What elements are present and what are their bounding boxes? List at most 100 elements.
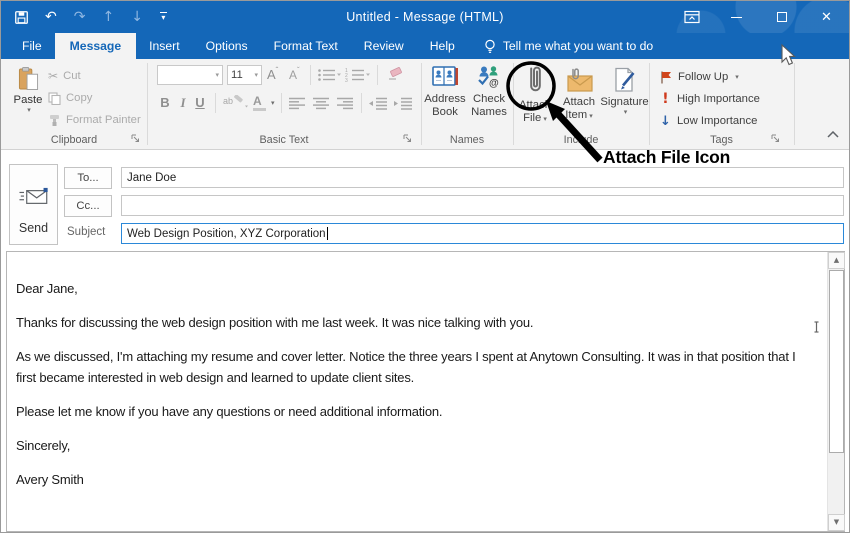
increase-indent-icon [394, 97, 412, 110]
flag-icon [661, 71, 671, 84]
basic-text-group-label: Basic Text [259, 134, 309, 146]
signature-button[interactable]: Signature ▾ [600, 67, 649, 116]
close-button[interactable]: ✕ [804, 1, 849, 33]
message-body-area[interactable]: Dear Jane, Thanks for discussing the web… [6, 251, 845, 532]
names-group-label: Names [449, 134, 485, 146]
align-right-icon [337, 97, 353, 110]
body-paragraph: Dear Jane, [16, 281, 78, 296]
collapse-ribbon-button[interactable] [827, 129, 839, 141]
bullets-icon [318, 69, 341, 81]
increase-indent-button [393, 97, 413, 113]
low-importance-icon: ↓ [660, 113, 671, 129]
group-separator [794, 63, 795, 145]
address-book-button[interactable]: Address Book [423, 65, 467, 119]
tab-insert[interactable]: Insert [136, 33, 192, 59]
svg-text:@: @ [489, 78, 499, 88]
ribbon-display-options-button[interactable] [669, 1, 714, 33]
copy-icon [48, 91, 61, 105]
scissors-icon: ✂ [48, 69, 59, 83]
tab-help[interactable]: Help [417, 33, 468, 59]
include-group: Attach File ▾ Attach Item ▾ Signature ▾ … [513, 59, 649, 149]
decrease-indent-button [368, 97, 388, 113]
tags-dialog-launcher[interactable] [771, 134, 780, 146]
high-importance-button[interactable]: ! High Importance [659, 90, 760, 108]
ribbon-display-options-icon [683, 10, 700, 24]
maximize-button[interactable] [759, 1, 804, 33]
body-paragraph: Please let me know if you have any quest… [16, 404, 443, 419]
clear-formatting-icon [389, 67, 402, 80]
subject-label: Subject [67, 226, 106, 238]
subject-field[interactable]: Web Design Position, XYZ Corporation [121, 223, 844, 244]
paste-button[interactable]: Paste ▾ [10, 66, 46, 114]
tab-format-text[interactable]: Format Text [261, 33, 351, 59]
vertical-scrollbar[interactable]: ▲ ▼ [827, 252, 845, 531]
align-right-button [336, 97, 354, 113]
ribbon: Paste ▾ ✂ Cut Copy Format Painter Clipbo… [1, 59, 849, 150]
clipboard-dialog-launcher[interactable] [131, 134, 140, 146]
tab-options[interactable]: Options [193, 33, 261, 59]
message-body-text[interactable]: Dear Jane, Thanks for discussing the web… [16, 278, 806, 503]
attach-file-icon [530, 66, 541, 92]
cut-button: ✂ Cut [48, 69, 81, 83]
send-button[interactable]: Send [9, 164, 58, 245]
basic-text-dialog-launcher[interactable] [403, 134, 412, 146]
chevron-up-icon [827, 130, 839, 138]
copy-button: Copy [48, 89, 141, 107]
scroll-up-button[interactable]: ▲ [828, 252, 845, 269]
svg-text:ab: ab [223, 96, 233, 106]
cc-field[interactable] [121, 195, 844, 216]
check-names-button[interactable]: @ Check Names [467, 65, 511, 119]
minimize-icon [731, 16, 742, 18]
send-envelope-icon [18, 187, 48, 204]
low-importance-button[interactable]: ↓ Low Importance [659, 112, 757, 130]
window-controls: ✕ [669, 1, 849, 33]
outlook-message-window: ↶ ↷ ↑ ↓ ▾ Untitled - Message (HTML) ✕ Fi… [0, 0, 850, 533]
cc-button[interactable]: Cc... [64, 195, 112, 217]
text-caret [326, 227, 328, 240]
attach-file-button[interactable]: Attach File ▾ [514, 63, 556, 125]
clear-formatting-button [387, 66, 404, 84]
minimize-button[interactable] [714, 1, 759, 33]
to-field[interactable]: Jane Doe [121, 167, 844, 188]
tab-message[interactable]: Message [54, 33, 137, 59]
to-button[interactable]: To... [64, 167, 112, 189]
align-left-icon [289, 97, 305, 110]
tags-group-label: Tags [710, 134, 733, 146]
tell-me-box[interactable]: Tell me what you want to do [484, 33, 653, 59]
scrollbar-thumb[interactable] [829, 270, 844, 453]
scroll-down-button[interactable]: ▼ [828, 514, 845, 531]
attach-item-button[interactable]: Attach Item ▾ [557, 67, 601, 122]
format-painter-button: Format Painter [48, 111, 141, 129]
ribbon-tab-row: File Message Insert Options Format Text … [1, 33, 849, 59]
align-center-button [312, 97, 330, 113]
grow-font-button: Aˆ [267, 66, 279, 82]
follow-up-button[interactable]: Follow Up ▾ [659, 68, 739, 86]
align-left-button [288, 97, 306, 113]
font-color-button: A [253, 94, 266, 111]
numbering-icon: 1 2 3 [345, 68, 370, 84]
format-painter-icon [50, 114, 59, 126]
clipboard-group: Paste ▾ ✂ Cut Copy Format Painter Clipbo… [1, 59, 147, 149]
underline-button: U [195, 95, 205, 110]
align-center-icon [313, 97, 329, 110]
font-name-combo[interactable]: ▾ [157, 65, 223, 85]
scroll-down-icon: ▼ [833, 518, 840, 526]
tell-me-label: Tell me what you want to do [502, 39, 654, 53]
body-paragraph: Sincerely, [16, 438, 71, 453]
tab-review[interactable]: Review [351, 33, 417, 59]
lightbulb-icon [485, 39, 495, 53]
font-size-combo[interactable]: 11 ▾ [227, 65, 262, 85]
decrease-indent-icon [369, 97, 387, 110]
tags-group: Follow Up ▾ ! High Importance ↓ Low Impo… [649, 59, 794, 149]
address-book-icon [431, 66, 458, 86]
paste-icon [18, 66, 38, 90]
high-importance-icon: ! [662, 91, 669, 107]
highlight-button: ab [223, 94, 249, 113]
shrink-font-button: Aˇ [289, 66, 300, 82]
italic-button: I [180, 95, 186, 110]
bold-button: B [160, 95, 170, 110]
tab-file[interactable]: File [9, 33, 55, 59]
attach-item-icon [566, 68, 593, 92]
body-paragraph: Avery Smith [16, 472, 84, 487]
close-icon: ✕ [821, 9, 832, 24]
